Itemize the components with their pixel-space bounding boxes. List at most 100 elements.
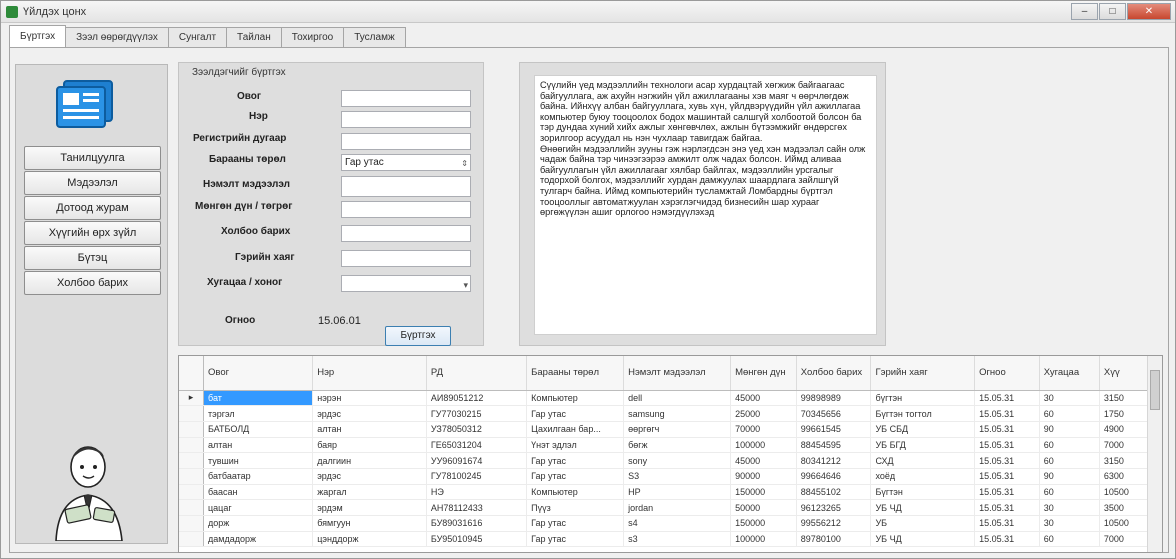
row-header[interactable]: [179, 405, 205, 422]
table-cell[interactable]: УБ ЧД: [870, 531, 976, 548]
table-cell[interactable]: 30: [1039, 515, 1100, 532]
header-register[interactable]: РД: [426, 356, 528, 391]
table-cell[interactable]: жаргал: [312, 484, 427, 501]
maximize-button[interactable]: □: [1099, 3, 1126, 20]
row-header[interactable]: [179, 484, 205, 501]
table-cell[interactable]: далгиин: [312, 452, 427, 469]
table-cell[interactable]: 88454595: [796, 437, 872, 454]
sidebar-interest-button[interactable]: Хүүгийн өрх зүйл: [24, 221, 161, 245]
table-cell[interactable]: 60: [1039, 437, 1100, 454]
table-cell[interactable]: 3150: [1099, 390, 1150, 407]
customer-grid[interactable]: Овог Нэр РД Барааны төрөл Нэмэлт мэдээлэ…: [178, 355, 1163, 553]
header-product-type[interactable]: Барааны төрөл: [526, 356, 625, 391]
register-number-input[interactable]: [341, 133, 471, 150]
table-row[interactable]: ▸ бат нэрэн АИ89051212 Компьютер dell 45000 998…: [179, 390, 1150, 407]
table-cell[interactable]: 25000: [730, 405, 797, 422]
extra-info-input[interactable]: [341, 176, 471, 197]
table-row[interactable]: цацаг эрдэм АН78112433 Пүүз jordan 50000 96123…: [179, 499, 1150, 516]
table-cell[interactable]: УЗ78050312: [426, 421, 528, 438]
header-address[interactable]: Гэрийн хаяг: [870, 356, 976, 391]
table-cell[interactable]: 50000: [730, 499, 797, 516]
table-cell[interactable]: эрдэс: [312, 405, 427, 422]
table-cell[interactable]: 7000: [1099, 437, 1150, 454]
tab-report[interactable]: Тайлан: [226, 27, 282, 47]
row-header[interactable]: [179, 468, 205, 485]
header-name[interactable]: Нэр: [312, 356, 427, 391]
grid-scrollbar[interactable]: [1147, 356, 1162, 552]
table-cell[interactable]: 4900: [1099, 421, 1150, 438]
table-cell[interactable]: баасан: [203, 484, 314, 501]
sidebar-info-button[interactable]: Мэдээлэл: [24, 171, 161, 195]
info-textbox[interactable]: Сүүлийн үед мэдээллийн технологи асар ху…: [534, 75, 877, 335]
table-cell[interactable]: БУ89031616: [426, 515, 528, 532]
table-cell[interactable]: СХД: [870, 452, 976, 469]
table-cell[interactable]: 15.05.31: [974, 484, 1040, 501]
table-cell[interactable]: алтан: [312, 421, 427, 438]
table-cell[interactable]: 15.05.31: [974, 405, 1040, 422]
table-cell[interactable]: батбаатар: [203, 468, 314, 485]
table-cell[interactable]: Гар утас: [526, 405, 625, 422]
table-cell[interactable]: эрдэс: [312, 468, 427, 485]
table-cell[interactable]: 100000: [730, 437, 797, 454]
table-cell[interactable]: бат: [203, 390, 314, 407]
table-cell[interactable]: samsung: [623, 405, 732, 422]
header-interest[interactable]: Хүү: [1099, 356, 1150, 391]
table-cell[interactable]: 100000: [730, 531, 797, 548]
table-cell[interactable]: Гар утас: [526, 452, 625, 469]
table-cell[interactable]: 15.05.31: [974, 437, 1040, 454]
table-cell[interactable]: 45000: [730, 390, 797, 407]
table-cell[interactable]: 88455102: [796, 484, 872, 501]
table-cell[interactable]: 70000: [730, 421, 797, 438]
table-cell[interactable]: 89780100: [796, 531, 872, 548]
table-row[interactable]: тэргэл эрдэс ГУ77030215 Гар утас samsung 2500…: [179, 405, 1150, 422]
table-cell[interactable]: 90: [1039, 421, 1100, 438]
table-cell[interactable]: ГУ77030215: [426, 405, 528, 422]
table-cell[interactable]: бямгуун: [312, 515, 427, 532]
surname-input[interactable]: [341, 90, 471, 107]
spinner-icon[interactable]: ⇕: [461, 156, 468, 171]
sidebar-contact-button[interactable]: Холбоо барих: [24, 271, 161, 295]
table-cell[interactable]: 80341212: [796, 452, 872, 469]
name-input[interactable]: [341, 111, 471, 128]
table-cell[interactable]: эрдэм: [312, 499, 427, 516]
table-row[interactable]: батбаатар эрдэс ГУ78100245 Гар утас S3 90000 9…: [179, 468, 1150, 485]
table-cell[interactable]: 15.05.31: [974, 421, 1040, 438]
table-cell[interactable]: 15.05.31: [974, 390, 1040, 407]
table-cell[interactable]: 15.05.31: [974, 531, 1040, 548]
table-cell[interactable]: ГЕ65031204: [426, 437, 528, 454]
table-cell[interactable]: dell: [623, 390, 732, 407]
table-cell[interactable]: s3: [623, 531, 732, 548]
table-cell[interactable]: Гар утас: [526, 468, 625, 485]
row-header[interactable]: [179, 437, 205, 454]
table-cell[interactable]: 1750: [1099, 405, 1150, 422]
table-cell[interactable]: 45000: [730, 452, 797, 469]
table-cell[interactable]: 99556212: [796, 515, 872, 532]
header-amount[interactable]: Мөнгөн дүн: [730, 356, 797, 391]
tab-help[interactable]: Тусламж: [343, 27, 406, 47]
table-cell[interactable]: алтан: [203, 437, 314, 454]
table-cell[interactable]: Бүгтэн тогтол: [870, 405, 976, 422]
grid-scroll-thumb[interactable]: [1150, 370, 1160, 410]
tab-loan-change[interactable]: Зээл өөрөгдүүлэх: [65, 27, 169, 47]
tab-extension[interactable]: Сунгалт: [167, 27, 228, 47]
table-cell[interactable]: 60: [1039, 452, 1100, 469]
table-cell[interactable]: БАТБОЛД: [203, 421, 314, 438]
table-cell[interactable]: цэнддорж: [312, 531, 427, 548]
table-cell[interactable]: АН78112433: [426, 499, 528, 516]
row-header[interactable]: [179, 531, 205, 548]
table-cell[interactable]: УБ БГД: [870, 437, 976, 454]
table-cell[interactable]: 7000: [1099, 531, 1150, 548]
table-row[interactable]: алтан баяр ГЕ65031204 Үнэт эдлэл бөгж 100000 8…: [179, 437, 1150, 454]
table-cell[interactable]: нэрэн: [312, 390, 427, 407]
row-header[interactable]: [179, 499, 205, 516]
table-cell[interactable]: Пүүз: [526, 499, 625, 516]
header-duration[interactable]: Хугацаа: [1039, 356, 1100, 391]
table-cell[interactable]: Компьютер: [526, 484, 625, 501]
table-cell[interactable]: 90: [1039, 468, 1100, 485]
table-cell[interactable]: УБ СБД: [870, 421, 976, 438]
table-cell[interactable]: цацаг: [203, 499, 314, 516]
table-cell[interactable]: хоёд: [870, 468, 976, 485]
dropdown-arrow-icon[interactable]: ▾: [463, 278, 468, 293]
header-surname[interactable]: Овог: [203, 356, 314, 391]
table-cell[interactable]: 70345656: [796, 405, 872, 422]
